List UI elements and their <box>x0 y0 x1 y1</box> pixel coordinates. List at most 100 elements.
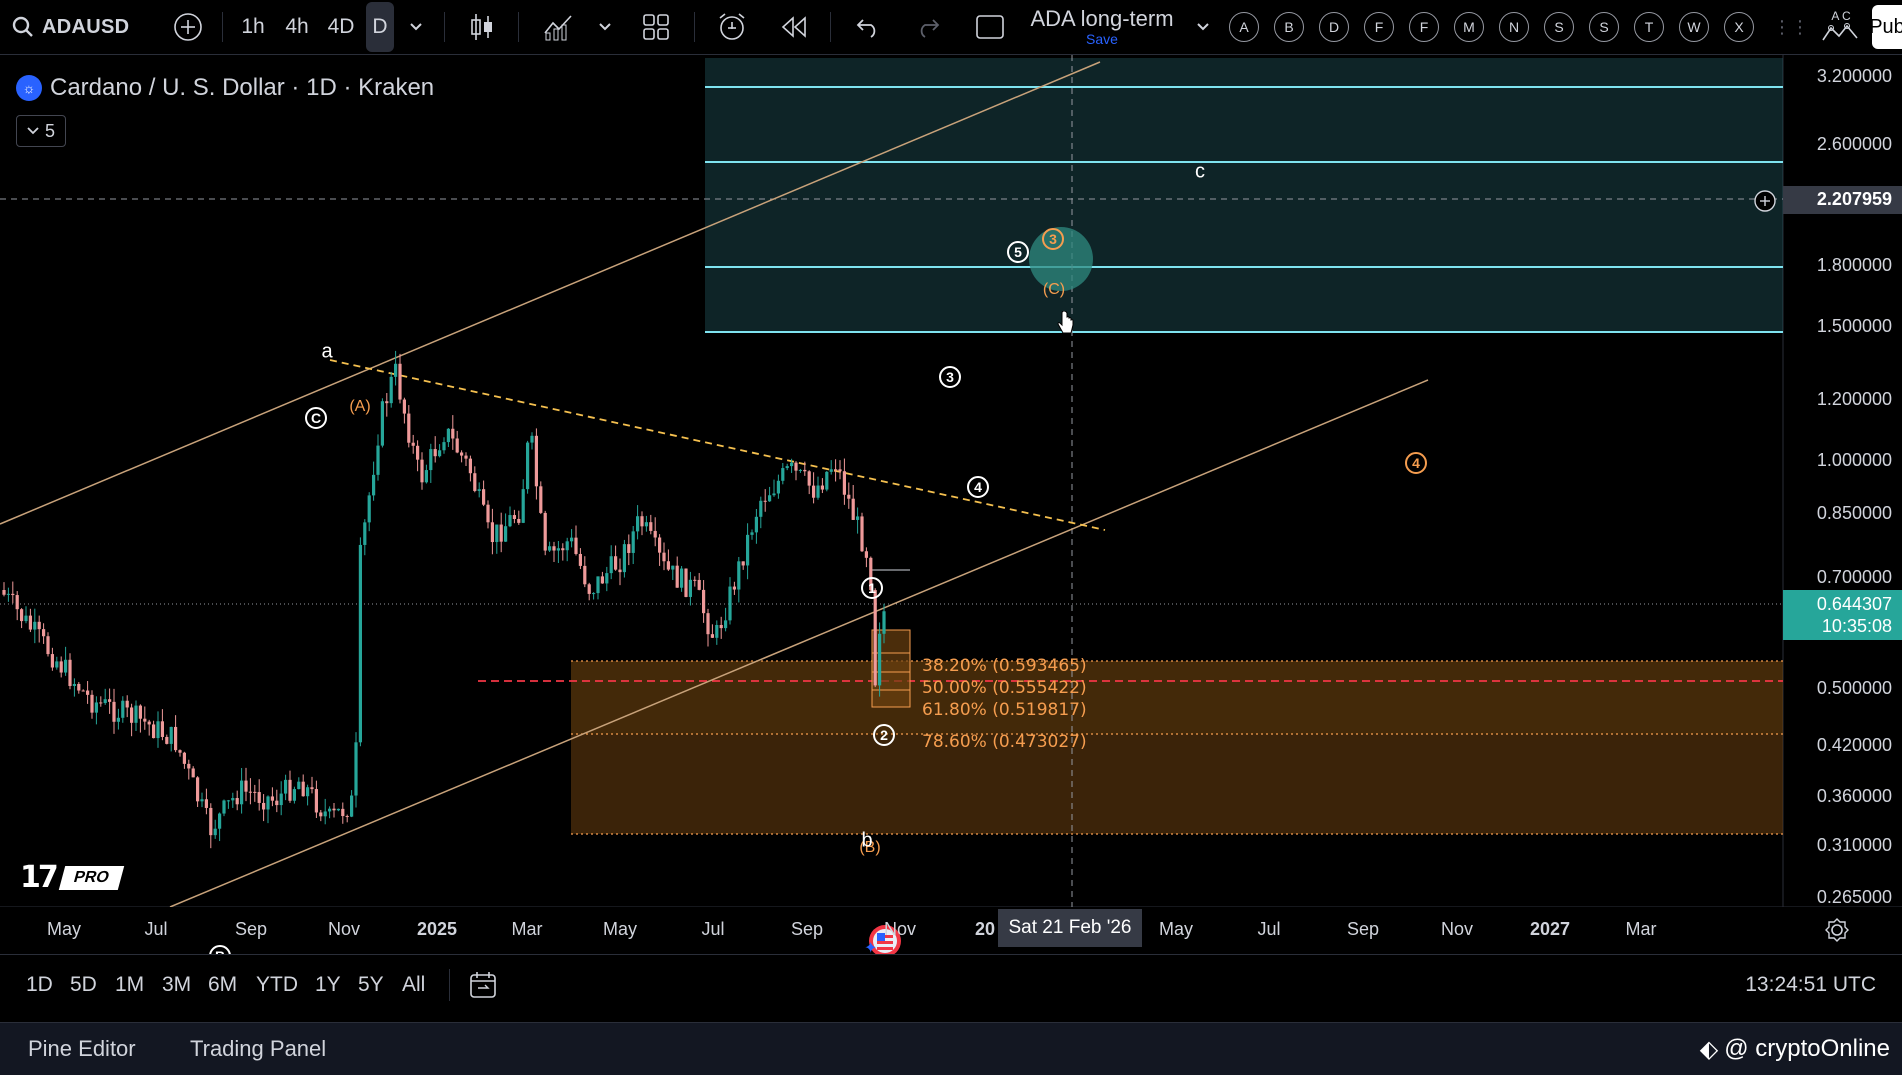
plus-circle-icon <box>174 13 202 41</box>
publish-button[interactable]: Pub <box>1869 5 1902 49</box>
chart-area[interactable]: (C) (A) (B) a b c 1 2 3 4 5 3 4 C B 38.2… <box>0 55 1902 967</box>
candle-body <box>182 752 186 764</box>
tab-trading-panel[interactable]: Trading Panel <box>190 1023 326 1075</box>
wave-5[interactable]: 5 <box>1007 241 1029 263</box>
symbol-search[interactable]: ADAUSD <box>12 0 152 54</box>
range-1d[interactable]: 1D <box>26 955 53 1015</box>
candle-body <box>367 495 371 523</box>
candle-body <box>842 471 846 495</box>
candle-body <box>354 742 358 796</box>
wave-3-orange[interactable]: 3 <box>1042 228 1064 250</box>
price-label: 1.500000 <box>1816 316 1892 336</box>
timeframe-dropdown[interactable] <box>402 0 430 54</box>
quick-button-n[interactable]: N <box>1499 12 1529 42</box>
candle-body <box>640 516 644 527</box>
quick-button-x[interactable]: X <box>1724 12 1754 42</box>
candle-body <box>160 721 164 737</box>
layout-dropdown[interactable] <box>1190 0 1216 54</box>
utc-clock[interactable]: 13:24:51 UTC <box>1745 955 1876 1015</box>
quick-button-b[interactable]: B <box>1274 12 1304 42</box>
range-5y[interactable]: 5Y <box>358 955 384 1015</box>
drag-handle-icon[interactable]: ⋮⋮ <box>1773 0 1809 54</box>
timeframe-d[interactable]: D <box>366 2 394 52</box>
quick-button-t[interactable]: T <box>1634 12 1664 42</box>
go-to-date-button[interactable] <box>468 955 498 1015</box>
candle-body <box>710 634 714 638</box>
undo-button[interactable] <box>848 0 888 54</box>
wave-3[interactable]: 3 <box>939 366 961 388</box>
quick-button-s1[interactable]: S <box>1544 12 1574 42</box>
add-symbol-button[interactable] <box>168 0 208 54</box>
quick-button-d[interactable]: D <box>1319 12 1349 42</box>
timeframe-1h[interactable]: 1h <box>234 0 272 54</box>
range-1m[interactable]: 1M <box>115 955 144 1015</box>
quick-button-f2[interactable]: F <box>1409 12 1439 42</box>
wave-c-circle[interactable]: C <box>305 407 327 429</box>
layout-title: ADA long-term <box>1030 6 1174 31</box>
wave-2[interactable]: 2 <box>873 724 895 746</box>
chevron-down-icon <box>27 127 39 135</box>
wave-4[interactable]: 4 <box>967 476 989 498</box>
candle-body <box>662 552 666 562</box>
candle-body <box>248 791 252 793</box>
fullscreen-button[interactable] <box>970 0 1010 54</box>
wave-label-b[interactable]: b <box>861 830 872 853</box>
range-5d[interactable]: 5D <box>70 955 97 1015</box>
templates-button[interactable] <box>636 0 676 54</box>
divider <box>694 12 695 42</box>
candle-body <box>270 796 274 801</box>
timeframe-4d[interactable]: 4D <box>322 0 360 54</box>
alert-button[interactable] <box>712 0 752 54</box>
quick-button-s2[interactable]: S <box>1589 12 1619 42</box>
add-alert-icon[interactable] <box>1752 188 1778 214</box>
fib-level-500: 50.00% (0.555422) <box>922 678 1087 698</box>
range-6m[interactable]: 6M <box>208 955 237 1015</box>
candle-body <box>746 534 750 566</box>
chart-legend[interactable]: ☼ Cardano / U. S. Dollar · 1D · Kraken <box>16 74 434 102</box>
range-3m[interactable]: 3M <box>162 955 191 1015</box>
time-label: Nov <box>327 919 361 939</box>
time-label: Sep <box>790 919 824 939</box>
chart-canvas[interactable] <box>0 55 1902 907</box>
wave-4-orange[interactable]: 4 <box>1405 452 1427 474</box>
candle-body <box>864 551 868 558</box>
indicators-toggle[interactable]: 5 <box>16 115 66 147</box>
range-ytd[interactable]: YTD <box>256 955 298 1015</box>
corner-tool[interactable]: A C <box>1816 0 1866 54</box>
candle-body <box>11 593 15 596</box>
candle-body <box>834 469 838 471</box>
candle-body <box>292 789 296 801</box>
settings-icon[interactable] <box>1824 917 1850 943</box>
candle-body <box>578 553 582 566</box>
price-label: 0.420000 <box>1816 735 1892 755</box>
timeframe-4h[interactable]: 4h <box>278 0 316 54</box>
candle-body <box>191 768 195 778</box>
candle-body <box>803 469 807 472</box>
candle-body <box>2 590 6 595</box>
quick-button-a[interactable]: A <box>1229 12 1259 42</box>
candle-body <box>794 462 798 471</box>
wave-label-a[interactable]: a <box>321 341 332 364</box>
wave-label-a-orange[interactable]: (A) <box>349 398 370 416</box>
candle-body <box>81 690 85 692</box>
price-label: 0.360000 <box>1816 786 1892 806</box>
range-all[interactable]: All <box>402 955 425 1015</box>
range-1y[interactable]: 1Y <box>315 955 341 1015</box>
redo-button[interactable] <box>908 0 948 54</box>
candle-body <box>116 717 120 722</box>
wave-1[interactable]: 1 <box>861 577 883 599</box>
candle-body <box>838 469 842 472</box>
quick-button-w[interactable]: W <box>1679 12 1709 42</box>
tab-pine-editor[interactable]: Pine Editor <box>28 1023 136 1075</box>
wave-label-c-orange[interactable]: (C) <box>1043 281 1065 299</box>
replay-button[interactable] <box>774 0 814 54</box>
undo-icon <box>856 19 876 38</box>
indicators-dropdown[interactable] <box>592 0 618 54</box>
quick-button-f1[interactable]: F <box>1364 12 1394 42</box>
wave-label-c[interactable]: c <box>1195 161 1205 184</box>
layout-name[interactable]: ADA long-term Save <box>1024 0 1180 54</box>
bar-style-button[interactable] <box>462 0 502 54</box>
indicators-button[interactable] <box>538 0 578 54</box>
candle-body <box>521 489 525 523</box>
quick-button-m[interactable]: M <box>1454 12 1484 42</box>
